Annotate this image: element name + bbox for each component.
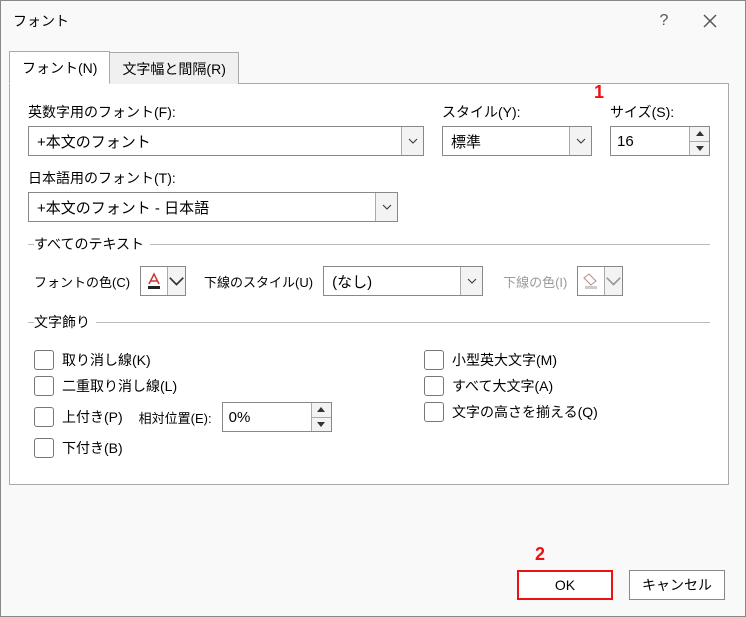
close-button[interactable]	[687, 1, 733, 41]
check-equalize[interactable]: 文字の高さを揃える(Q)	[424, 402, 704, 422]
font-color-label: フォントの色(C)	[34, 272, 130, 291]
asian-font-label: 日本語用のフォント(T):	[28, 168, 710, 188]
latin-font-value: +本文のフォント	[29, 127, 401, 155]
callout-1: 1	[594, 82, 604, 103]
tab-spacing-label: 文字幅と間隔(R)	[122, 61, 225, 77]
ok-button-label: OK	[555, 577, 575, 593]
check-double-strike-label: 二重取り消し線(L)	[62, 376, 177, 396]
size-label: サイズ(S):	[610, 102, 710, 122]
tab-spacing[interactable]: 文字幅と間隔(R)	[109, 52, 238, 84]
chevron-down-icon	[401, 127, 423, 155]
size-value: 16	[611, 127, 689, 155]
check-equalize-label: 文字の高さを揃える(Q)	[452, 402, 598, 422]
window-title: フォント	[13, 11, 641, 31]
all-text-legend: すべてのテキスト	[34, 234, 150, 254]
asian-font-value: +本文のフォント - 日本語	[29, 193, 375, 221]
titlebar: フォント ?	[1, 1, 745, 41]
relpos-input[interactable]: 0%	[222, 402, 332, 432]
font-pane: 英数字用のフォント(F): +本文のフォント スタイル(Y): 標準 1 サイズ	[9, 84, 729, 485]
style-combo[interactable]: 標準	[442, 126, 592, 156]
style-value: 標準	[443, 127, 569, 155]
underline-color-button[interactable]	[577, 266, 623, 296]
size-spinner[interactable]	[689, 127, 709, 155]
check-strike[interactable]: 取り消し線(K)	[34, 350, 384, 370]
spin-down-icon[interactable]	[690, 142, 709, 156]
spin-up-icon[interactable]	[312, 403, 331, 418]
callout-2: 2	[535, 544, 545, 565]
effects-legend: 文字飾り	[34, 312, 96, 332]
check-double-strike[interactable]: 二重取り消し線(L)	[34, 376, 384, 396]
underline-color-label: 下線の色(I)	[503, 272, 567, 291]
check-all-caps[interactable]: すべて大文字(A)	[424, 376, 704, 396]
check-subscript[interactable]: 下付き(B)	[34, 438, 384, 458]
check-all-caps-label: すべて大文字(A)	[452, 376, 553, 396]
chevron-down-icon	[604, 267, 622, 295]
font-color-icon	[141, 267, 167, 295]
underline-style-combo[interactable]: (なし)	[323, 266, 483, 296]
latin-font-combo[interactable]: +本文のフォント	[28, 126, 424, 156]
font-dialog: フォント ? フォント(N) 文字幅と間隔(R) 英数字用のフォント(F): +…	[0, 0, 746, 617]
check-small-caps-label: 小型英大文字(M)	[452, 350, 557, 370]
size-input[interactable]: 16	[610, 126, 710, 156]
font-color-button[interactable]	[140, 266, 186, 296]
relpos-label: 相対位置(E):	[139, 408, 212, 427]
spin-down-icon[interactable]	[312, 418, 331, 432]
ok-button[interactable]: OK	[517, 570, 613, 600]
help-button[interactable]: ?	[641, 1, 687, 41]
spin-up-icon[interactable]	[690, 127, 709, 142]
chevron-down-icon	[460, 267, 482, 295]
cancel-button-label: キャンセル	[642, 575, 712, 595]
dialog-buttons: 2 OK キャンセル	[1, 550, 745, 616]
relpos-spinner[interactable]	[311, 403, 331, 431]
style-label: スタイル(Y):	[442, 102, 592, 122]
check-strike-label: 取り消し線(K)	[62, 350, 151, 370]
check-subscript-label: 下付き(B)	[62, 438, 123, 458]
tabs: フォント(N) 文字幅と間隔(R)	[9, 51, 729, 84]
chevron-down-icon	[375, 193, 397, 221]
effects-group: 文字飾り 取り消し線(K) 二重取り消し線(L) 上付き(P) 相対位置(E):…	[28, 312, 710, 468]
underline-color-icon	[578, 267, 604, 295]
tab-font[interactable]: フォント(N)	[9, 51, 110, 84]
chevron-down-icon	[569, 127, 591, 155]
check-superscript-label: 上付き(P)	[62, 407, 123, 427]
relpos-value: 0%	[223, 403, 311, 431]
asian-font-combo[interactable]: +本文のフォント - 日本語	[28, 192, 398, 222]
all-text-group: すべてのテキスト フォントの色(C) 下線のスタイル(U) (なし) 下線の	[28, 234, 710, 300]
tab-font-label: フォント(N)	[22, 60, 97, 76]
cancel-button[interactable]: キャンセル	[629, 570, 725, 600]
content: フォント(N) 文字幅と間隔(R) 英数字用のフォント(F): +本文のフォント…	[1, 41, 745, 550]
underline-style-value: (なし)	[324, 267, 460, 295]
check-superscript[interactable]: 上付き(P)	[34, 407, 123, 427]
latin-font-label: 英数字用のフォント(F):	[28, 102, 424, 122]
chevron-down-icon	[167, 267, 185, 295]
check-small-caps[interactable]: 小型英大文字(M)	[424, 350, 704, 370]
underline-style-label: 下線のスタイル(U)	[204, 272, 313, 291]
